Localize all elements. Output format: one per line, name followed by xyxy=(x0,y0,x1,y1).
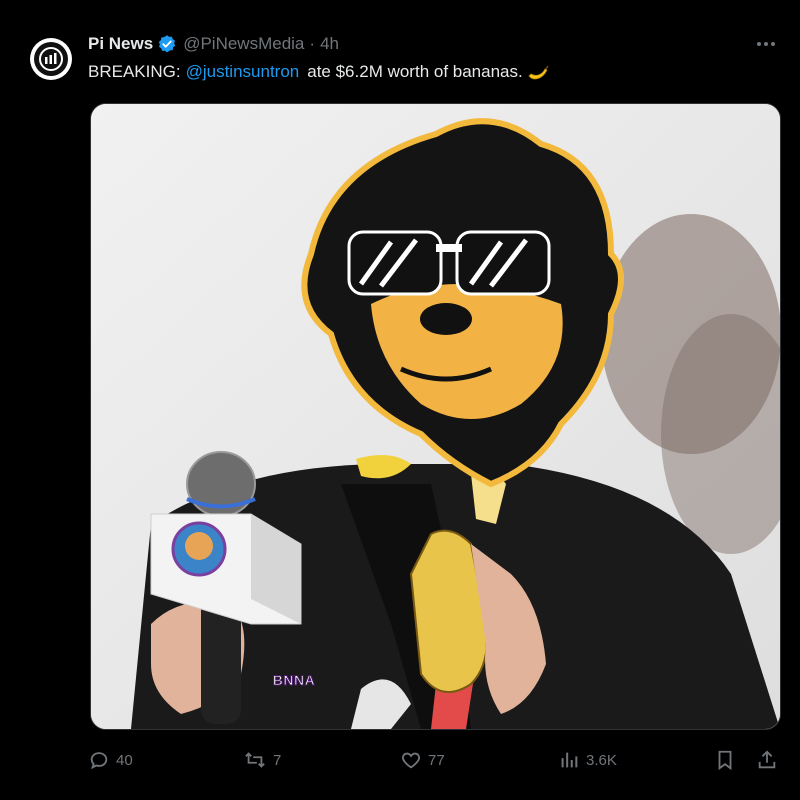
pi-news-logo-icon xyxy=(34,42,68,76)
repost-button[interactable]: 7 xyxy=(243,746,281,774)
repost-icon xyxy=(245,752,265,768)
heart-icon xyxy=(401,752,421,769)
reply-icon xyxy=(90,752,108,770)
banana-emoji-icon xyxy=(527,62,549,82)
reply-count: 40 xyxy=(116,751,133,769)
tweet-actions-bar: 40 7 77 3.6K xyxy=(88,746,780,774)
bookmark-button[interactable] xyxy=(714,746,742,774)
views-count: 3.6K xyxy=(586,751,617,769)
share-button[interactable] xyxy=(756,746,784,774)
views-chart-icon xyxy=(561,752,578,768)
tweet-text: BREAKING: @justinsuntron ate $6.2M worth… xyxy=(88,62,549,82)
like-count: 77 xyxy=(428,751,445,769)
tweet-text-prefix: BREAKING: xyxy=(88,62,181,81)
repost-count: 7 xyxy=(273,751,282,769)
separator-dot: · xyxy=(309,34,316,53)
bookmark-icon xyxy=(718,750,732,771)
mic-cube-logo-text: BNNA xyxy=(272,672,316,689)
tweet-header: Pi News @PiNewsMedia · 4h xyxy=(88,32,339,56)
author-name[interactable]: Pi News xyxy=(88,34,153,54)
author-handle[interactable]: @PiNewsMedia xyxy=(183,34,304,54)
tweet-timestamp[interactable]: 4h xyxy=(320,34,339,54)
more-options-button[interactable] xyxy=(752,32,780,56)
verified-badge-icon xyxy=(157,34,177,54)
mention-link[interactable]: @justinsuntron xyxy=(186,62,300,82)
more-dots-icon xyxy=(757,42,775,46)
views-button[interactable]: 3.6K xyxy=(558,746,617,774)
author-avatar[interactable] xyxy=(30,38,72,80)
tweet-text-suffix: ate $6.2M worth of bananas. xyxy=(307,62,523,81)
share-icon xyxy=(758,750,776,769)
like-button[interactable]: 77 xyxy=(400,746,445,774)
reply-button[interactable]: 40 xyxy=(88,746,133,774)
tweet-media-image[interactable]: BNNA xyxy=(90,103,781,730)
